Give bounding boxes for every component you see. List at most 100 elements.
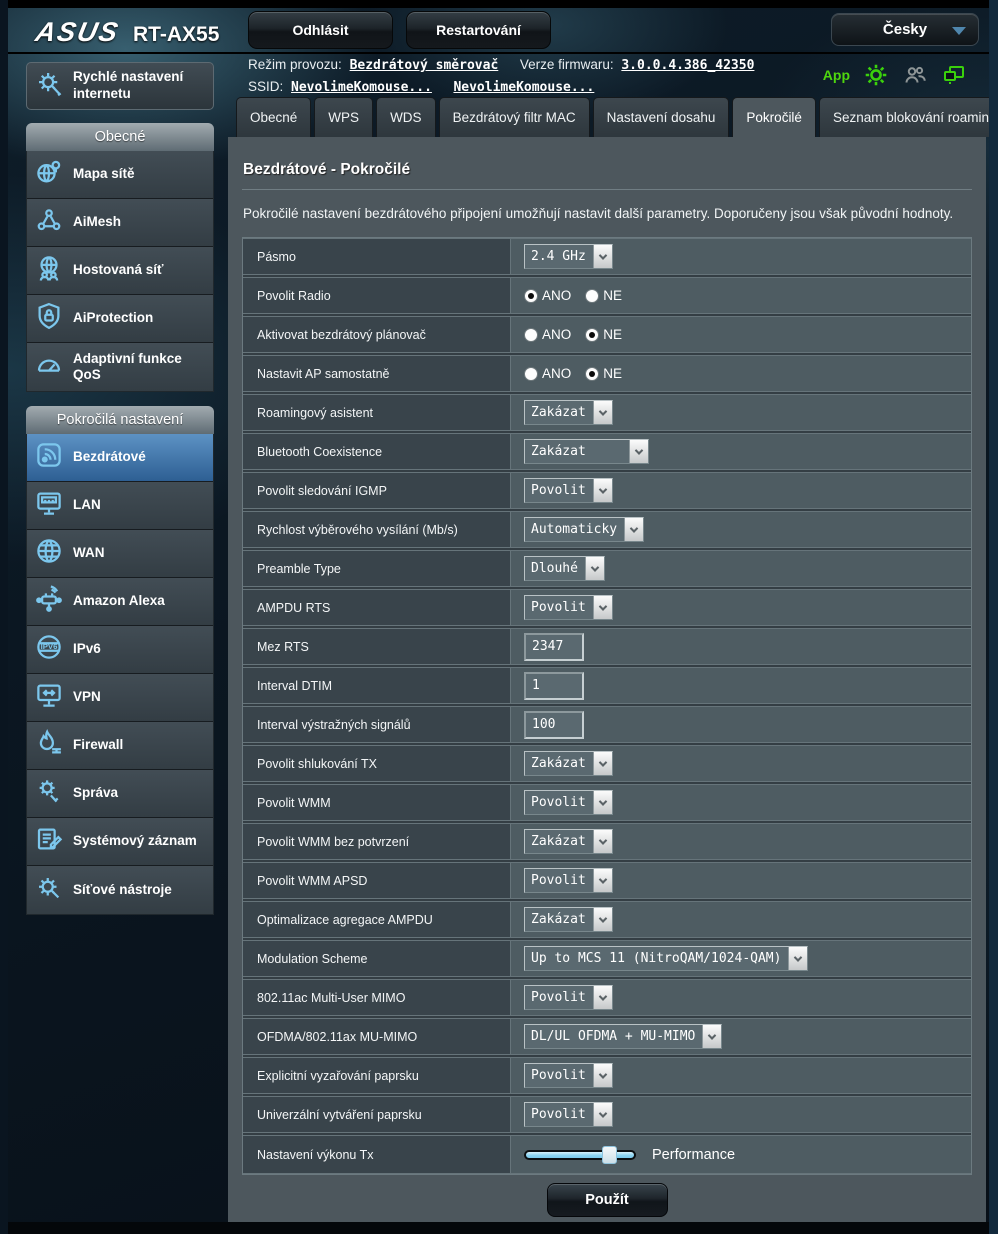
- setting-select[interactable]: Povolit: [524, 595, 613, 620]
- setting-label: AMPDU RTS: [243, 589, 511, 626]
- radio-option-ano[interactable]: ANO: [524, 366, 571, 381]
- setting-select[interactable]: Povolit: [524, 1063, 613, 1088]
- sidebar-item-label: Síťové nástroje: [73, 882, 172, 898]
- chevron-down-icon[interactable]: [629, 440, 648, 463]
- radio-icon[interactable]: [524, 367, 538, 381]
- tx-power-slider[interactable]: [524, 1146, 636, 1164]
- chevron-down-icon[interactable]: [593, 791, 612, 814]
- sidebar-item-aimesh[interactable]: AiMesh: [27, 199, 213, 247]
- radio-option-ne[interactable]: NE: [585, 366, 622, 381]
- chevron-down-icon[interactable]: [788, 947, 807, 970]
- setting-label: Povolit Radio: [243, 277, 511, 314]
- radio-option-ne[interactable]: NE: [585, 327, 622, 342]
- tab-pokro-il-[interactable]: Pokročilé: [732, 97, 816, 137]
- sidebar-item-s-ov-n-stroje[interactable]: Síťové nástroje: [27, 866, 213, 914]
- chevron-down-icon[interactable]: [593, 1064, 612, 1087]
- setting-select[interactable]: Zakázat: [524, 907, 613, 932]
- reboot-button[interactable]: Restartování: [406, 11, 551, 49]
- sidebar-item-adaptivn-funkce-qos[interactable]: Adaptivní funkce QoS: [27, 343, 213, 391]
- settings-row: Rychlost výběrového vysílání (Mb/s)Autom…: [243, 511, 971, 550]
- chevron-down-icon[interactable]: [593, 869, 612, 892]
- radio-icon[interactable]: [585, 328, 599, 342]
- setting-select[interactable]: Povolit: [524, 790, 613, 815]
- radio-icon[interactable]: [524, 289, 538, 303]
- chevron-down-icon[interactable]: [593, 479, 612, 502]
- tab-seznam-blokov-n-roamingu[interactable]: Seznam blokování roamingu: [819, 97, 998, 137]
- chevron-down-icon[interactable]: [593, 752, 612, 775]
- sidebar-item-spr-va[interactable]: Správa: [27, 770, 213, 818]
- setting-label: Interval DTIM: [243, 667, 511, 704]
- operation-mode-link[interactable]: Bezdrátový směrovač: [350, 58, 499, 73]
- setting-select[interactable]: Zakázat: [524, 400, 613, 425]
- setting-input[interactable]: [524, 633, 584, 661]
- tab-bezdr-tov-filtr-mac[interactable]: Bezdrátový filtr MAC: [439, 97, 590, 137]
- radio-option-ano[interactable]: ANO: [524, 327, 571, 342]
- sidebar-item-label: VPN: [73, 689, 101, 705]
- sidebar-item-lan[interactable]: LAN: [27, 482, 213, 530]
- status-line-mode: Režim provozu: Bezdrátový směrovač Verze…: [248, 57, 799, 73]
- quick-setup-icon: [35, 69, 65, 104]
- chevron-down-icon[interactable]: [593, 245, 612, 268]
- chevron-down-icon[interactable]: [593, 401, 612, 424]
- radio-icon[interactable]: [524, 328, 538, 342]
- tab-obecn-[interactable]: Obecné: [236, 97, 311, 137]
- setting-select[interactable]: Up to MCS 11 (NitroQAM/1024-QAM): [524, 946, 808, 971]
- sidebar-item-hostovan-s-[interactable]: Hostovaná síť: [27, 247, 213, 295]
- chevron-down-icon[interactable]: [593, 596, 612, 619]
- sidebar-item-syst-mov-z-znam[interactable]: Systémový záznam: [27, 818, 213, 866]
- app-link[interactable]: App: [823, 67, 850, 83]
- chevron-down-icon[interactable]: [593, 908, 612, 931]
- tab-wps[interactable]: WPS: [314, 97, 373, 137]
- setting-select[interactable]: Povolit: [524, 1102, 613, 1127]
- setting-select[interactable]: Zakázat: [524, 439, 649, 464]
- setting-select[interactable]: Dlouhé: [524, 556, 605, 581]
- firmware-version-link[interactable]: 3.0.0.4.386_42350: [621, 58, 754, 73]
- setting-select[interactable]: Zakázat: [524, 829, 613, 854]
- sidebar-item-mapa-s-t-[interactable]: Mapa sítě: [27, 151, 213, 199]
- clients-icon[interactable]: [902, 63, 928, 87]
- setting-select[interactable]: 2.4 GHz: [524, 244, 613, 269]
- ssid-link-1[interactable]: NevolimeKomouse...: [291, 80, 432, 95]
- firmware-label: Verze firmwaru:: [520, 57, 614, 72]
- radio-option-ano[interactable]: ANO: [524, 288, 571, 303]
- chevron-down-icon[interactable]: [593, 986, 612, 1009]
- radio-icon[interactable]: [585, 367, 599, 381]
- tab-nastaven-dosahu[interactable]: Nastavení dosahu: [593, 97, 730, 137]
- setting-input[interactable]: [524, 672, 584, 700]
- devices-monitor-icon[interactable]: [941, 63, 967, 87]
- sidebar-item-ipv6[interactable]: IPV6IPv6: [27, 626, 213, 674]
- setting-select[interactable]: Povolit: [524, 478, 613, 503]
- setting-select[interactable]: Automaticky: [524, 517, 644, 542]
- sidebar-item-bezdr-tov-[interactable]: Bezdrátové: [27, 434, 213, 482]
- slider-track[interactable]: [524, 1150, 636, 1160]
- chevron-down-icon[interactable]: [624, 518, 643, 541]
- sidebar-item-wan[interactable]: WAN: [27, 530, 213, 578]
- setting-select[interactable]: DL/UL OFDMA + MU-MIMO: [524, 1024, 722, 1049]
- chevron-down-icon[interactable]: [593, 830, 612, 853]
- setting-select[interactable]: Povolit: [524, 868, 613, 893]
- sidebar-section-header: Obecné: [26, 123, 214, 151]
- sidebar-item-firewall[interactable]: Firewall: [27, 722, 213, 770]
- sidebar-item-vpn[interactable]: VPN: [27, 674, 213, 722]
- chevron-down-icon[interactable]: [585, 557, 604, 580]
- quick-internet-setup-button[interactable]: Rychlé nastavení internetu: [26, 62, 214, 110]
- setting-label: Povolit shlukování TX: [243, 745, 511, 782]
- chevron-down-icon[interactable]: [702, 1025, 721, 1048]
- tab-wds[interactable]: WDS: [376, 97, 436, 137]
- setting-input[interactable]: [524, 711, 584, 739]
- setting-select[interactable]: Povolit: [524, 985, 613, 1010]
- logout-button[interactable]: Odhlásit: [248, 11, 393, 49]
- sidebar-item-amazon-alexa[interactable]: Amazon Alexa: [27, 578, 213, 626]
- slider-handle[interactable]: [602, 1146, 617, 1164]
- firmware-gear-icon[interactable]: [863, 62, 889, 88]
- apply-button[interactable]: Použít: [547, 1183, 668, 1217]
- sidebar-item-aiprotection[interactable]: AiProtection: [27, 295, 213, 343]
- chevron-down-icon[interactable]: [593, 1103, 612, 1126]
- ssid-link-2[interactable]: NevolimeKomouse...: [453, 80, 594, 95]
- radio-icon[interactable]: [585, 289, 599, 303]
- setting-value-cell: ANO NE: [511, 277, 971, 314]
- language-dropdown[interactable]: Česky: [831, 13, 979, 46]
- setting-select[interactable]: Zakázat: [524, 751, 613, 776]
- radio-option-ne[interactable]: NE: [585, 288, 622, 303]
- sidebar-item-label: AiMesh: [73, 214, 121, 230]
